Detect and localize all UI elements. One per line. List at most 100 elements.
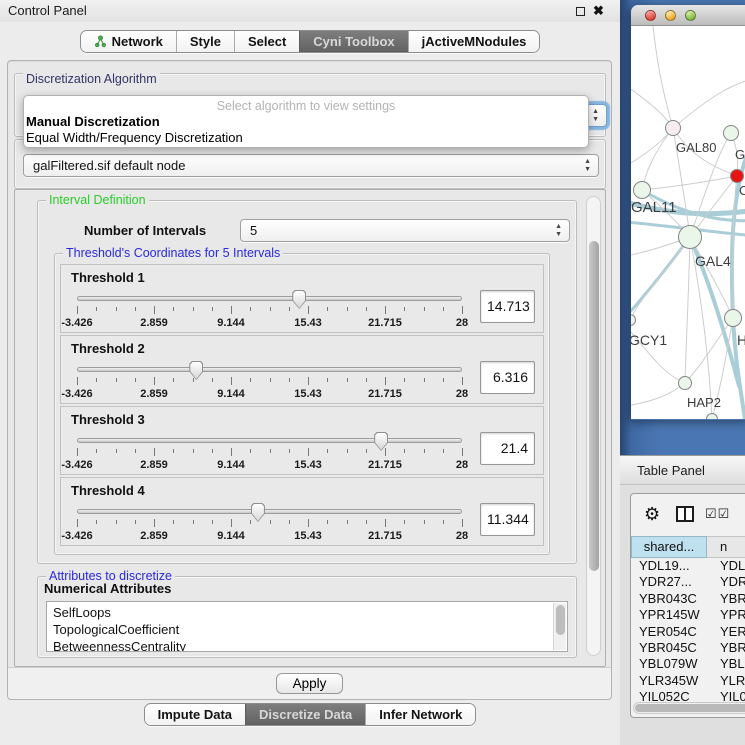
network-node[interactable]: [723, 125, 739, 141]
threshold-slider[interactable]: -3.4262.8599.14415.4321.71528: [73, 289, 466, 333]
tab-label: Style: [190, 31, 221, 52]
network-node[interactable]: [633, 181, 651, 199]
table-data-combobox[interactable]: galFiltered.sif default node ▲▼: [23, 154, 599, 177]
scrollbar-thumb[interactable]: [635, 704, 745, 712]
gear-icon[interactable]: ⚙: [644, 504, 660, 524]
slider-tick: [404, 378, 405, 382]
slider-tick: [96, 378, 97, 382]
apply-button[interactable]: Apply: [276, 673, 344, 694]
tab-impute-data[interactable]: Impute Data: [145, 704, 245, 725]
slider-tick: [385, 306, 386, 314]
algorithm-option[interactable]: Equal Width/Frequency Discretization: [24, 130, 588, 146]
table-row[interactable]: YDL19...YDL1: [631, 558, 745, 574]
slider-span-area: -3.4262.8599.14415.4321.71528: [77, 431, 462, 475]
column-header-name[interactable]: n: [707, 536, 745, 558]
threshold-slider[interactable]: -3.4262.8599.14415.4321.71528: [73, 360, 466, 404]
network-icon: [94, 35, 107, 48]
threshold-row: -3.4262.8599.14415.4321.71528 14.713: [69, 289, 535, 333]
network-window-titlebar[interactable]: [631, 5, 745, 26]
minimize-traffic-light-icon[interactable]: [665, 10, 676, 21]
tab-style[interactable]: Style: [176, 31, 234, 52]
settings-vertical-scrollbar[interactable]: [586, 196, 601, 656]
slider-track[interactable]: [77, 367, 462, 372]
network-node-label: C: [739, 183, 745, 198]
tab-select[interactable]: Select: [234, 31, 299, 52]
threshold-slider[interactable]: -3.4262.8599.14415.4321.71528: [73, 431, 466, 475]
discretization-algorithm-group: Discretization Algorithm ▲▼ Select algor…: [14, 73, 606, 137]
threshold-label: Threshold 2: [71, 341, 535, 356]
table-row[interactable]: YBR045CYBR0: [631, 640, 745, 656]
table-row[interactable]: YBL079WYBL0: [631, 656, 745, 672]
slider-track[interactable]: [77, 438, 462, 443]
attribute-item[interactable]: SelfLoops: [53, 604, 567, 621]
slider-tick-label: 21.715: [368, 317, 402, 329]
threshold-slider[interactable]: -3.4262.8599.14415.4321.71528: [73, 502, 466, 546]
network-canvas[interactable]: GAL80GACGAL11GAL4GCY1HHAP2: [631, 26, 745, 419]
slider-tick: [135, 307, 136, 311]
slider-tick: [231, 448, 232, 456]
tab-label: Infer Network: [379, 704, 462, 725]
tab-jactivemnodules[interactable]: jActiveMNodules: [408, 31, 540, 52]
num-intervals-combobox[interactable]: 5 ▲▼: [240, 219, 570, 242]
table-row[interactable]: YPR145WYPR1: [631, 607, 745, 623]
slider-tick: [173, 307, 174, 311]
close-traffic-light-icon[interactable]: [645, 10, 656, 21]
slider-track[interactable]: [77, 296, 462, 301]
attribute-item[interactable]: TopologicalCoefficient: [53, 621, 567, 638]
slider-tick: [385, 377, 386, 385]
slider-tick: [385, 448, 386, 456]
tab-cyni-toolbox[interactable]: Cyni Toolbox: [299, 31, 407, 52]
slider-tick-label: 9.144: [217, 388, 245, 400]
table-row[interactable]: YBR043CYBR0: [631, 591, 745, 607]
scrollbar-thumb[interactable]: [589, 241, 599, 571]
threshold-value-field[interactable]: 21.4: [480, 432, 535, 465]
threshold-panel: Threshold 4 -3.4262.8599.14415.4321.7152…: [60, 477, 544, 546]
column-header-shared-name[interactable]: shared...: [631, 536, 707, 558]
slider-tick: [116, 307, 117, 311]
slider-tick: [366, 378, 367, 382]
table-horizontal-scrollbar[interactable]: [633, 702, 745, 714]
threshold-value-field[interactable]: 14.713: [480, 290, 535, 323]
slider-ticks: [77, 306, 462, 315]
slider-tick: [308, 306, 309, 314]
slider-tick: [424, 307, 425, 311]
network-node[interactable]: [706, 413, 718, 419]
slider-track[interactable]: [77, 509, 462, 514]
slider-tick: [77, 377, 78, 385]
table-row[interactable]: YLR345WYLR3: [631, 673, 745, 689]
slider-tick: [347, 307, 348, 311]
interval-definition-group: Interval Definition Number of Intervals …: [37, 200, 577, 564]
table-row[interactable]: YER054CYER0: [631, 624, 745, 640]
zoom-traffic-light-icon[interactable]: [685, 10, 696, 21]
settings-scroll-container: Interval Definition Number of Intervals …: [14, 189, 606, 667]
slider-tick: [327, 449, 328, 453]
cell-shared-name: YBR045C: [631, 640, 707, 656]
node-table-container: ⚙ ☑☑ shared... n YDL19...YDL1YDR27...YDR…: [630, 493, 745, 718]
network-node[interactable]: [724, 309, 742, 327]
attributes-list-scrollbar[interactable]: [553, 603, 566, 650]
scrollbar-thumb[interactable]: [556, 605, 565, 635]
network-node[interactable]: [730, 169, 744, 183]
network-node[interactable]: [665, 120, 681, 136]
table-row[interactable]: YDR27...YDR2: [631, 574, 745, 590]
slider-tick-label: 15.43: [294, 317, 322, 329]
tab-label: Cyni Toolbox: [313, 31, 394, 52]
threshold-value-field[interactable]: 11.344: [480, 503, 535, 536]
tab-discretize-data[interactable]: Discretize Data: [245, 704, 365, 725]
table-panel-header: Table Panel: [620, 455, 745, 485]
slider-tick: [250, 378, 251, 382]
attribute-item[interactable]: BetweennessCentrality: [53, 638, 567, 652]
split-view-icon[interactable]: [676, 506, 694, 522]
slider-tick: [135, 449, 136, 453]
attributes-list[interactable]: SelfLoopsTopologicalCoefficientBetweenne…: [46, 601, 568, 652]
float-window-icon[interactable]: [576, 7, 585, 16]
algorithm-option[interactable]: Manual Discretization: [24, 114, 588, 130]
close-icon[interactable]: ✖: [593, 3, 604, 19]
slider-tick: [250, 449, 251, 453]
network-node[interactable]: [678, 376, 692, 390]
tab-infer-network[interactable]: Infer Network: [365, 704, 475, 725]
threshold-value-field[interactable]: 6.316: [480, 361, 535, 394]
select-columns-icon[interactable]: ☑☑: [705, 506, 730, 522]
tab-network[interactable]: Network: [81, 31, 176, 52]
network-node[interactable]: [678, 225, 702, 249]
